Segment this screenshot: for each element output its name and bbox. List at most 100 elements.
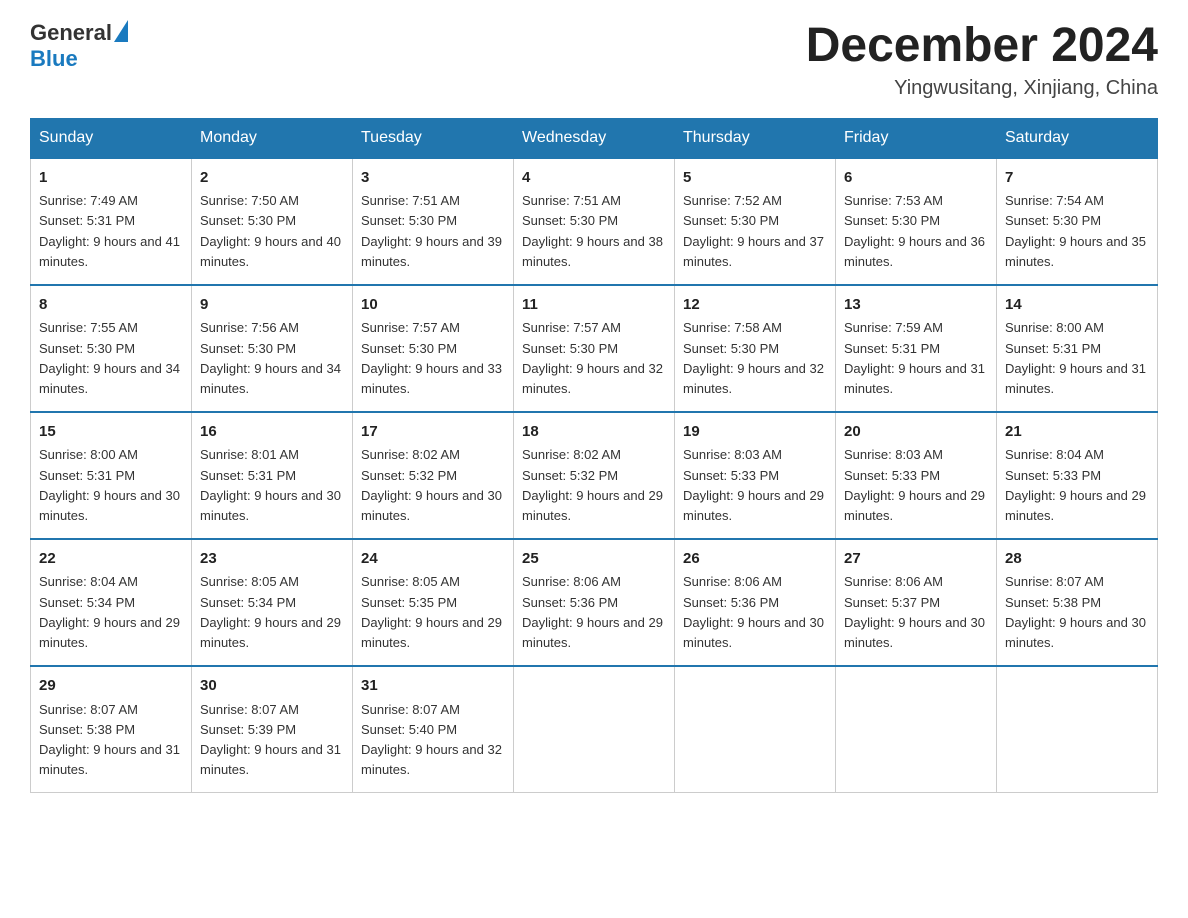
day-info: Sunrise: 8:02 AMSunset: 5:32 PMDaylight:…: [361, 445, 505, 526]
day-info: Sunrise: 8:00 AMSunset: 5:31 PMDaylight:…: [39, 445, 183, 526]
calendar-day-cell: 1Sunrise: 7:49 AMSunset: 5:31 PMDaylight…: [31, 158, 192, 285]
day-info: Sunrise: 7:56 AMSunset: 5:30 PMDaylight:…: [200, 318, 344, 399]
calendar-header: SundayMondayTuesdayWednesdayThursdayFrid…: [31, 118, 1158, 158]
calendar-day-cell: 24Sunrise: 8:05 AMSunset: 5:35 PMDayligh…: [353, 539, 514, 666]
calendar-day-cell: 3Sunrise: 7:51 AMSunset: 5:30 PMDaylight…: [353, 158, 514, 285]
calendar-day-cell: 25Sunrise: 8:06 AMSunset: 5:36 PMDayligh…: [514, 539, 675, 666]
day-info: Sunrise: 8:06 AMSunset: 5:37 PMDaylight:…: [844, 572, 988, 653]
calendar-day-cell: 21Sunrise: 8:04 AMSunset: 5:33 PMDayligh…: [997, 412, 1158, 539]
day-info: Sunrise: 8:07 AMSunset: 5:38 PMDaylight:…: [1005, 572, 1149, 653]
day-info: Sunrise: 7:57 AMSunset: 5:30 PMDaylight:…: [361, 318, 505, 399]
weekday-header: Monday: [192, 118, 353, 158]
calendar-day-cell: 17Sunrise: 8:02 AMSunset: 5:32 PMDayligh…: [353, 412, 514, 539]
day-info: Sunrise: 8:05 AMSunset: 5:34 PMDaylight:…: [200, 572, 344, 653]
calendar-week-row: 29Sunrise: 8:07 AMSunset: 5:38 PMDayligh…: [31, 666, 1158, 793]
calendar-day-cell: 20Sunrise: 8:03 AMSunset: 5:33 PMDayligh…: [836, 412, 997, 539]
day-number: 7: [1005, 167, 1149, 190]
day-info: Sunrise: 8:04 AMSunset: 5:34 PMDaylight:…: [39, 572, 183, 653]
weekday-header: Saturday: [997, 118, 1158, 158]
calendar-day-cell: 18Sunrise: 8:02 AMSunset: 5:32 PMDayligh…: [514, 412, 675, 539]
logo-blue: Blue: [30, 46, 78, 71]
day-number: 17: [361, 421, 505, 444]
calendar-day-cell: 26Sunrise: 8:06 AMSunset: 5:36 PMDayligh…: [675, 539, 836, 666]
calendar-day-cell: 9Sunrise: 7:56 AMSunset: 5:30 PMDaylight…: [192, 285, 353, 412]
calendar-day-cell: 4Sunrise: 7:51 AMSunset: 5:30 PMDaylight…: [514, 158, 675, 285]
day-number: 26: [683, 548, 827, 571]
calendar-day-cell: 5Sunrise: 7:52 AMSunset: 5:30 PMDaylight…: [675, 158, 836, 285]
day-number: 3: [361, 167, 505, 190]
day-info: Sunrise: 7:51 AMSunset: 5:30 PMDaylight:…: [361, 191, 505, 272]
day-info: Sunrise: 7:51 AMSunset: 5:30 PMDaylight:…: [522, 191, 666, 272]
calendar-day-cell: 13Sunrise: 7:59 AMSunset: 5:31 PMDayligh…: [836, 285, 997, 412]
day-number: 9: [200, 294, 344, 317]
title-area: December 2024 Yingwusitang, Xinjiang, Ch…: [806, 20, 1158, 100]
calendar-body: 1Sunrise: 7:49 AMSunset: 5:31 PMDaylight…: [31, 158, 1158, 793]
logo: General Blue: [30, 20, 128, 72]
calendar-day-cell: 11Sunrise: 7:57 AMSunset: 5:30 PMDayligh…: [514, 285, 675, 412]
day-number: 19: [683, 421, 827, 444]
calendar-day-cell: 15Sunrise: 8:00 AMSunset: 5:31 PMDayligh…: [31, 412, 192, 539]
month-title: December 2024: [806, 20, 1158, 73]
day-number: 2: [200, 167, 344, 190]
logo-general: General: [30, 20, 112, 46]
calendar-week-row: 22Sunrise: 8:04 AMSunset: 5:34 PMDayligh…: [31, 539, 1158, 666]
day-number: 6: [844, 167, 988, 190]
weekday-header: Sunday: [31, 118, 192, 158]
day-number: 21: [1005, 421, 1149, 444]
day-info: Sunrise: 8:05 AMSunset: 5:35 PMDaylight:…: [361, 572, 505, 653]
calendar-day-cell: 16Sunrise: 8:01 AMSunset: 5:31 PMDayligh…: [192, 412, 353, 539]
calendar-day-cell: 8Sunrise: 7:55 AMSunset: 5:30 PMDaylight…: [31, 285, 192, 412]
calendar-day-cell: 28Sunrise: 8:07 AMSunset: 5:38 PMDayligh…: [997, 539, 1158, 666]
calendar-day-cell: 30Sunrise: 8:07 AMSunset: 5:39 PMDayligh…: [192, 666, 353, 793]
day-number: 29: [39, 675, 183, 698]
day-number: 5: [683, 167, 827, 190]
day-number: 1: [39, 167, 183, 190]
calendar-day-cell: [514, 666, 675, 793]
calendar-table: SundayMondayTuesdayWednesdayThursdayFrid…: [30, 118, 1158, 793]
day-number: 27: [844, 548, 988, 571]
day-info: Sunrise: 8:02 AMSunset: 5:32 PMDaylight:…: [522, 445, 666, 526]
day-number: 10: [361, 294, 505, 317]
weekday-header: Tuesday: [353, 118, 514, 158]
day-number: 4: [522, 167, 666, 190]
day-number: 13: [844, 294, 988, 317]
calendar-day-cell: 6Sunrise: 7:53 AMSunset: 5:30 PMDaylight…: [836, 158, 997, 285]
day-number: 14: [1005, 294, 1149, 317]
calendar-day-cell: [675, 666, 836, 793]
calendar-day-cell: 2Sunrise: 7:50 AMSunset: 5:30 PMDaylight…: [192, 158, 353, 285]
calendar-day-cell: [997, 666, 1158, 793]
day-number: 31: [361, 675, 505, 698]
calendar-day-cell: 7Sunrise: 7:54 AMSunset: 5:30 PMDaylight…: [997, 158, 1158, 285]
day-number: 12: [683, 294, 827, 317]
day-info: Sunrise: 7:59 AMSunset: 5:31 PMDaylight:…: [844, 318, 988, 399]
day-number: 28: [1005, 548, 1149, 571]
calendar-week-row: 8Sunrise: 7:55 AMSunset: 5:30 PMDaylight…: [31, 285, 1158, 412]
calendar-day-cell: 31Sunrise: 8:07 AMSunset: 5:40 PMDayligh…: [353, 666, 514, 793]
day-info: Sunrise: 7:57 AMSunset: 5:30 PMDaylight:…: [522, 318, 666, 399]
calendar-day-cell: 22Sunrise: 8:04 AMSunset: 5:34 PMDayligh…: [31, 539, 192, 666]
day-info: Sunrise: 8:03 AMSunset: 5:33 PMDaylight:…: [683, 445, 827, 526]
day-info: Sunrise: 8:06 AMSunset: 5:36 PMDaylight:…: [522, 572, 666, 653]
day-number: 8: [39, 294, 183, 317]
location-title: Yingwusitang, Xinjiang, China: [806, 77, 1158, 100]
day-info: Sunrise: 8:06 AMSunset: 5:36 PMDaylight:…: [683, 572, 827, 653]
day-info: Sunrise: 7:52 AMSunset: 5:30 PMDaylight:…: [683, 191, 827, 272]
calendar-week-row: 1Sunrise: 7:49 AMSunset: 5:31 PMDaylight…: [31, 158, 1158, 285]
day-info: Sunrise: 7:58 AMSunset: 5:30 PMDaylight:…: [683, 318, 827, 399]
day-info: Sunrise: 8:01 AMSunset: 5:31 PMDaylight:…: [200, 445, 344, 526]
day-number: 22: [39, 548, 183, 571]
day-info: Sunrise: 7:50 AMSunset: 5:30 PMDaylight:…: [200, 191, 344, 272]
day-info: Sunrise: 7:55 AMSunset: 5:30 PMDaylight:…: [39, 318, 183, 399]
day-number: 24: [361, 548, 505, 571]
day-number: 20: [844, 421, 988, 444]
day-info: Sunrise: 8:07 AMSunset: 5:40 PMDaylight:…: [361, 700, 505, 781]
day-info: Sunrise: 8:03 AMSunset: 5:33 PMDaylight:…: [844, 445, 988, 526]
day-info: Sunrise: 7:54 AMSunset: 5:30 PMDaylight:…: [1005, 191, 1149, 272]
logo-triangle-icon: [114, 20, 128, 42]
day-number: 18: [522, 421, 666, 444]
day-number: 25: [522, 548, 666, 571]
day-number: 30: [200, 675, 344, 698]
day-number: 15: [39, 421, 183, 444]
day-info: Sunrise: 7:49 AMSunset: 5:31 PMDaylight:…: [39, 191, 183, 272]
calendar-day-cell: 10Sunrise: 7:57 AMSunset: 5:30 PMDayligh…: [353, 285, 514, 412]
